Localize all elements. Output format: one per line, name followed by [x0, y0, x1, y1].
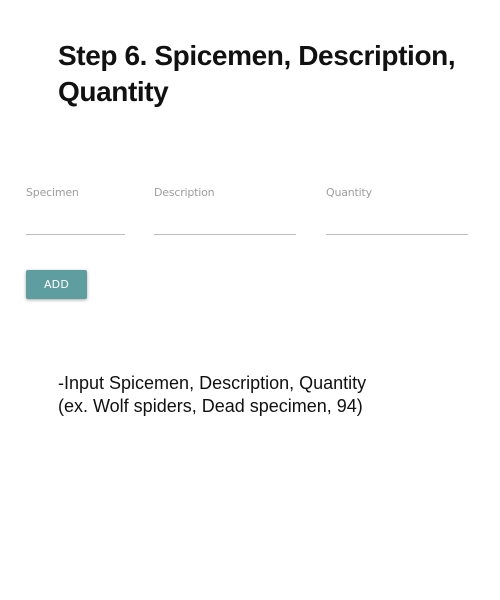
- example-line: (ex. Wolf spiders, Dead specimen, 94): [58, 396, 363, 416]
- specimen-field-group: Specimen: [26, 186, 125, 252]
- instruction-line: -Input Spicemen, Description, Quantity: [58, 373, 367, 393]
- description-label: Description: [154, 186, 215, 199]
- instructions: -Input Spicemen, Description, Quantity (…: [58, 372, 478, 418]
- add-button[interactable]: ADD: [26, 270, 87, 299]
- description-field-group: Description: [154, 186, 296, 252]
- specimen-label: Specimen: [26, 186, 79, 199]
- specimen-input[interactable]: [26, 212, 125, 235]
- specimen-form: Specimen Description Quantity ADD: [0, 0, 500, 330]
- quantity-input[interactable]: [326, 212, 468, 235]
- quantity-field-group: Quantity: [326, 186, 468, 252]
- description-input[interactable]: [154, 212, 296, 235]
- quantity-label: Quantity: [326, 186, 372, 199]
